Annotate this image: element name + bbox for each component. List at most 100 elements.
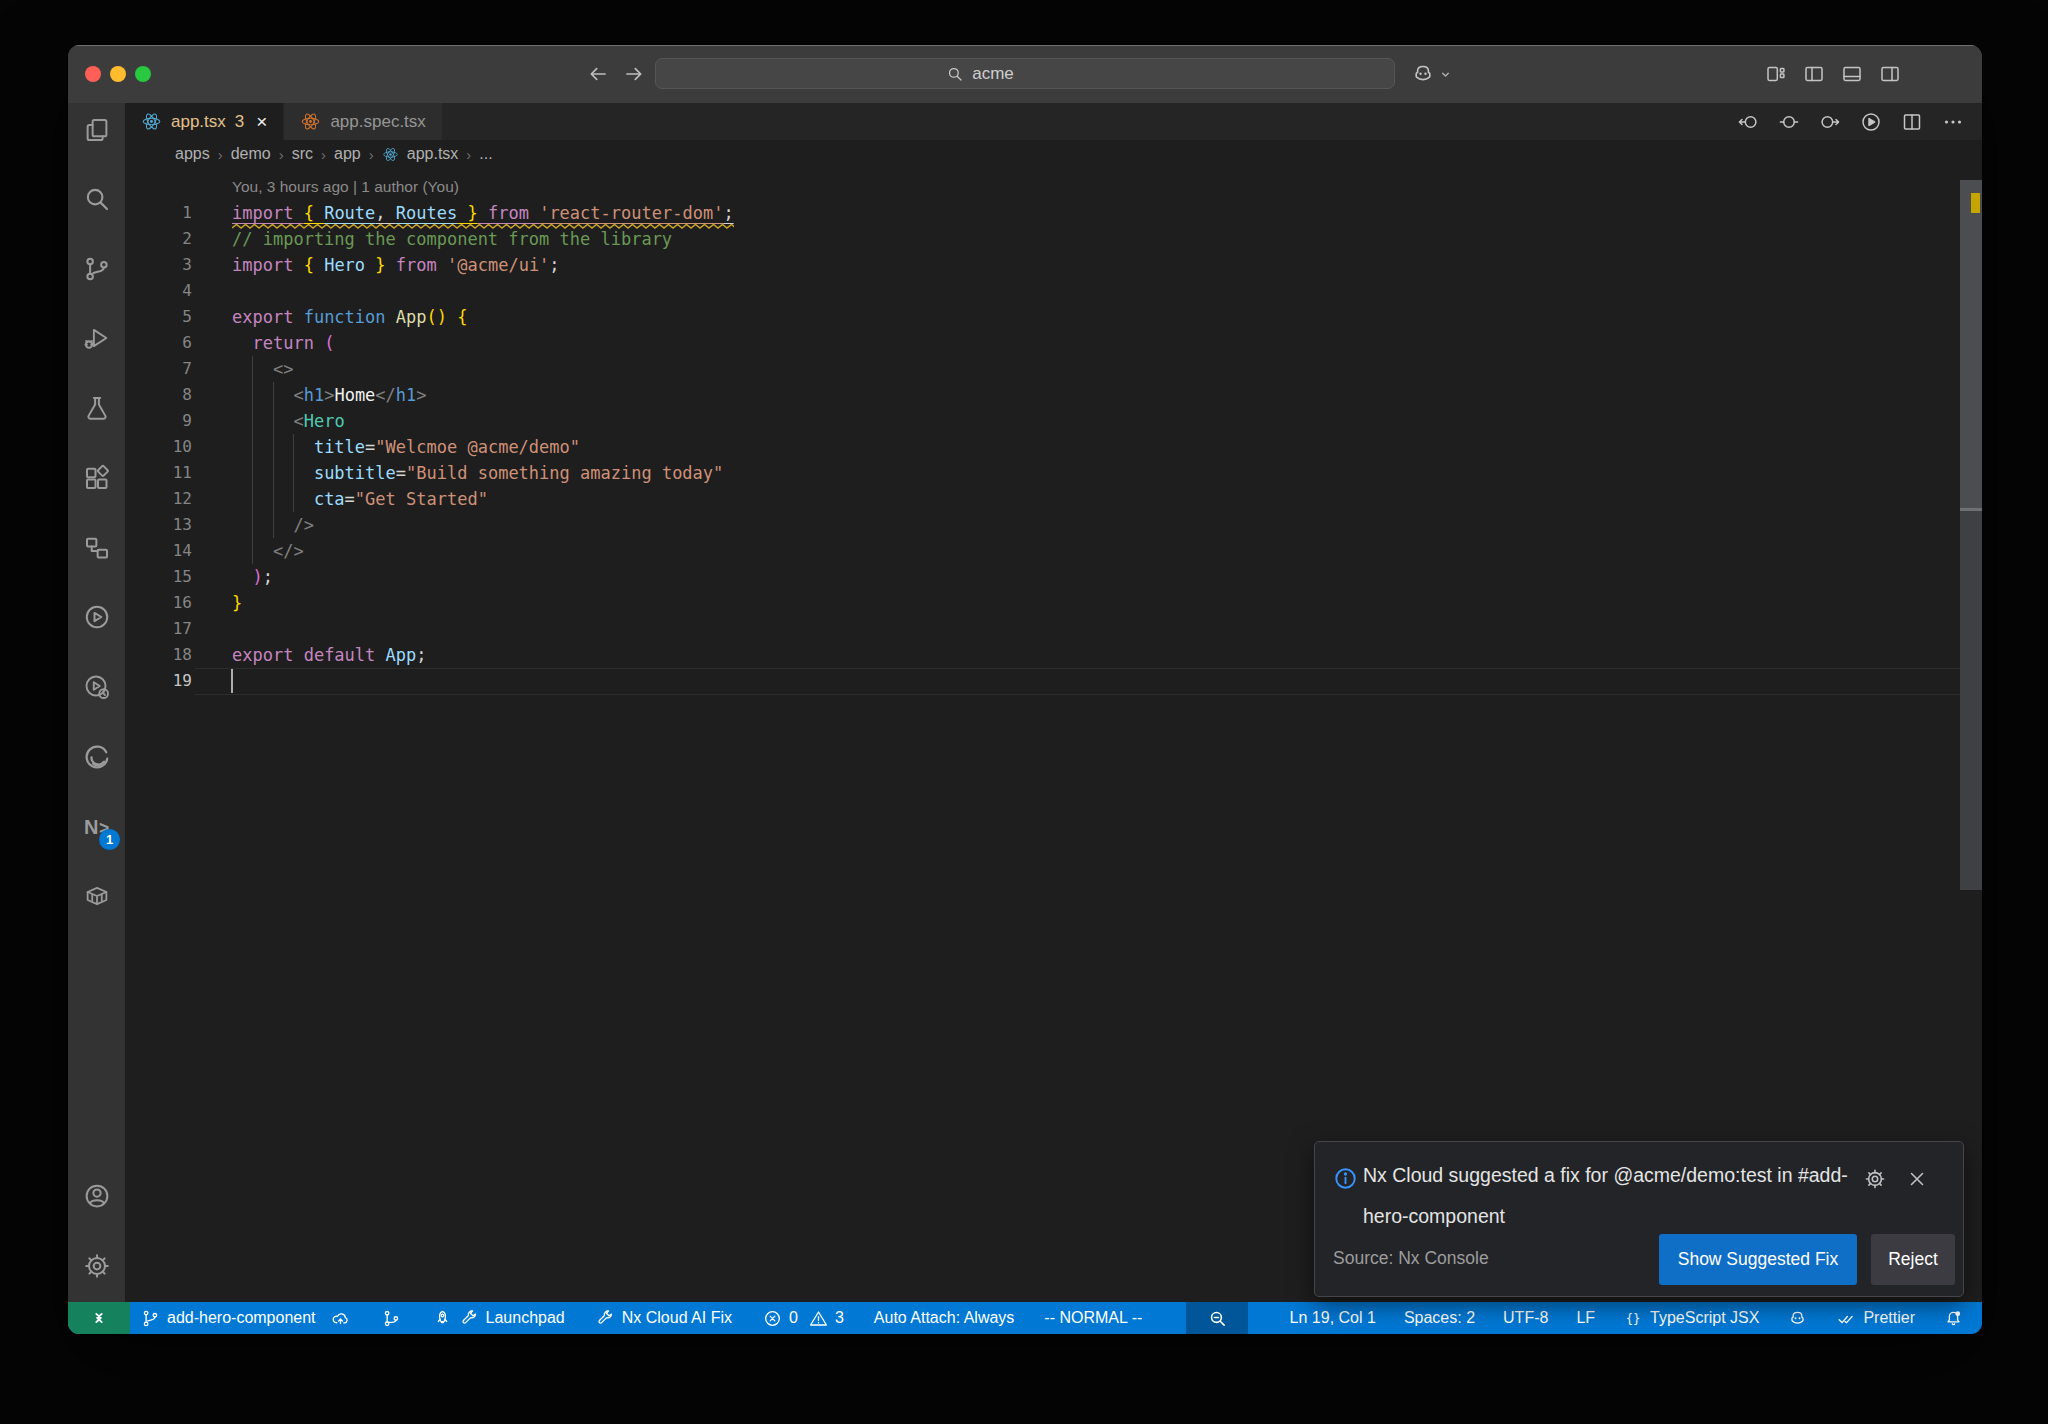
notification-settings-icon[interactable] — [1863, 1167, 1887, 1191]
scrollbar-thumb-top[interactable] — [1960, 180, 1982, 511]
status-text: Nx Cloud AI Fix — [622, 1309, 732, 1327]
activity-accounts[interactable] — [68, 1168, 125, 1224]
more-actions-icon[interactable] — [1941, 110, 1965, 134]
info-icon — [1332, 1165, 1359, 1192]
wrench-icon — [459, 1308, 480, 1329]
status-language-mode[interactable]: {}TypeScript JSX — [1613, 1302, 1769, 1334]
status-eol[interactable]: LF — [1566, 1302, 1605, 1334]
status-copilot[interactable] — [1777, 1302, 1818, 1334]
run-file-icon[interactable] — [1859, 110, 1883, 134]
status-zoom-level[interactable] — [1186, 1302, 1248, 1334]
line-number: 13 — [125, 512, 192, 538]
status-launchpad[interactable]: Launchpad — [422, 1302, 575, 1334]
code-line[interactable]: export function App() { — [232, 304, 467, 330]
activity-run-debug[interactable] — [68, 310, 125, 366]
toggle-sidebar-button[interactable] — [1802, 62, 1826, 86]
notification-close-icon[interactable] — [1905, 1167, 1929, 1191]
code-line[interactable]: export default App; — [232, 642, 427, 668]
titlebar[interactable]: acme — [68, 45, 1982, 103]
status-auto-attach[interactable]: Auto Attach: Always — [864, 1302, 1025, 1334]
code-line[interactable]: </> — [232, 538, 304, 564]
close-window-button[interactable] — [85, 66, 101, 82]
code-line[interactable]: <> — [232, 356, 293, 382]
status-git-graph[interactable] — [371, 1302, 412, 1334]
toggle-secondary-sidebar-button[interactable] — [1878, 62, 1902, 86]
code-line[interactable]: <Hero — [232, 408, 345, 434]
status-indentation[interactable]: Spaces: 2 — [1394, 1302, 1485, 1334]
run-tasks-icon — [82, 602, 112, 632]
zoom-window-button[interactable] — [135, 66, 151, 82]
minimize-window-button[interactable] — [110, 66, 126, 82]
code-line[interactable]: <h1>Home</h1> — [232, 382, 427, 408]
code-line[interactable]: } — [232, 590, 242, 616]
remote-indicator[interactable] — [68, 1302, 130, 1334]
scrollbar-separator — [1960, 508, 1982, 511]
customize-layout-button[interactable] — [1764, 62, 1788, 86]
code-line[interactable]: return ( — [232, 330, 334, 356]
code-line[interactable]: /> — [232, 512, 314, 538]
split-editor-icon[interactable] — [1900, 110, 1924, 134]
code-line[interactable]: title="Welcmoe @acme/demo" — [232, 434, 580, 460]
line-number: 15 — [125, 564, 192, 590]
activity-edge-tools[interactable] — [68, 729, 125, 785]
code-line[interactable]: import { Hero } from '@acme/ui'; — [232, 252, 560, 278]
testing-icon — [82, 393, 112, 423]
toggle-panel-button[interactable] — [1840, 62, 1864, 86]
code-line[interactable]: // importing the component from the libr… — [232, 226, 672, 252]
editor: apps›demo›src›app›app.tsx›... You, 3 hou… — [125, 140, 1982, 1302]
nav-back-circle-icon[interactable] — [1736, 110, 1760, 134]
breadcrumb-item[interactable]: demo — [231, 145, 271, 163]
containers-icon — [82, 881, 112, 911]
reject-button[interactable]: Reject — [1871, 1234, 1955, 1285]
nav-forward-circle-icon[interactable] — [1818, 110, 1842, 134]
breadcrumb-item[interactable]: app — [334, 145, 361, 163]
tab-app.tsx[interactable]: app.tsx3× — [125, 103, 283, 140]
status-nx-cloud-ai-fix[interactable]: Nx Cloud AI Fix — [585, 1302, 742, 1334]
breadcrumb-more[interactable]: ... — [479, 145, 492, 163]
breadcrumb-file[interactable]: app.tsx — [407, 145, 459, 163]
tab-label: app.tsx — [171, 112, 226, 132]
editor-scrollbar[interactable] — [1960, 140, 1982, 1302]
activity-workspaces[interactable] — [68, 520, 125, 576]
status-vim-mode[interactable]: -- NORMAL -- — [1034, 1302, 1152, 1334]
accounts-icon — [82, 1181, 112, 1211]
nav-back-icon[interactable] — [586, 62, 610, 86]
status-problems[interactable]: 03 — [752, 1302, 854, 1334]
breadcrumb-separator: › — [466, 146, 471, 163]
line-number: 7 — [125, 356, 192, 382]
activity-task-watch[interactable] — [68, 659, 125, 715]
status-prettier[interactable]: Prettier — [1826, 1302, 1925, 1334]
activity-bar: N>1 — [68, 103, 125, 1302]
edge-tools-icon — [82, 742, 112, 772]
command-center-search[interactable]: acme — [655, 58, 1395, 89]
line-number: 1 — [125, 200, 192, 226]
notification-toast: Nx Cloud suggested a fix for @acme/demo:… — [1314, 1141, 1964, 1297]
run-debug-icon — [82, 323, 112, 353]
activity-extensions[interactable] — [68, 450, 125, 506]
status-cursor-position[interactable]: Ln 19, Col 1 — [1280, 1302, 1386, 1334]
code-line[interactable]: cta="Get Started" — [232, 486, 488, 512]
activity-source-control[interactable] — [68, 241, 125, 297]
close-tab-icon[interactable]: × — [256, 111, 267, 133]
breadcrumb[interactable]: apps›demo›src›app›app.tsx›... — [175, 140, 493, 168]
tab-app.spec.tsx[interactable]: app.spec.tsx — [284, 103, 441, 140]
activity-run-tasks[interactable] — [68, 589, 125, 645]
activity-testing[interactable] — [68, 380, 125, 436]
show-suggested-fix-button[interactable]: Show Suggested Fix — [1659, 1234, 1857, 1285]
activity-explorer[interactable] — [68, 102, 125, 158]
activity-nx-console[interactable]: N>1 — [68, 799, 125, 855]
nav-forward-icon[interactable] — [622, 62, 646, 86]
breadcrumb-item[interactable]: apps — [175, 145, 210, 163]
status-notifications-bell[interactable] — [1933, 1302, 1974, 1334]
nav-circle-icon[interactable] — [1777, 110, 1801, 134]
code-line[interactable]: subtitle="Build something amazing today" — [232, 460, 723, 486]
activity-settings[interactable] — [68, 1238, 125, 1294]
copilot-menu[interactable] — [1410, 61, 1453, 87]
status-encoding[interactable]: UTF-8 — [1493, 1302, 1558, 1334]
task-watch-icon — [82, 672, 112, 702]
activity-search[interactable] — [68, 171, 125, 227]
code-line[interactable]: ); — [232, 564, 273, 590]
breadcrumb-item[interactable]: src — [292, 145, 313, 163]
activity-containers[interactable] — [68, 868, 125, 924]
status-branch[interactable]: add-hero-component — [130, 1302, 361, 1334]
